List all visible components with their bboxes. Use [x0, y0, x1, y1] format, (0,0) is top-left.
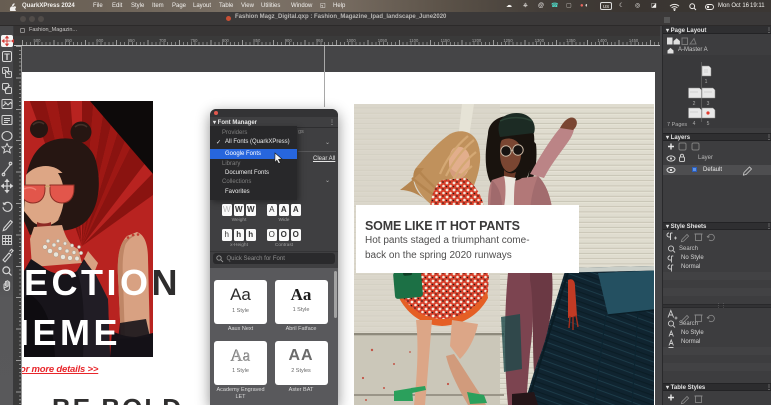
svg-text:1: 1: [705, 79, 708, 85]
svg-text:T: T: [4, 52, 10, 62]
svg-text:4: 4: [693, 121, 696, 127]
svg-text:3: 3: [707, 101, 710, 107]
svg-text:2: 2: [693, 101, 696, 107]
svg-text:5: 5: [707, 121, 710, 127]
